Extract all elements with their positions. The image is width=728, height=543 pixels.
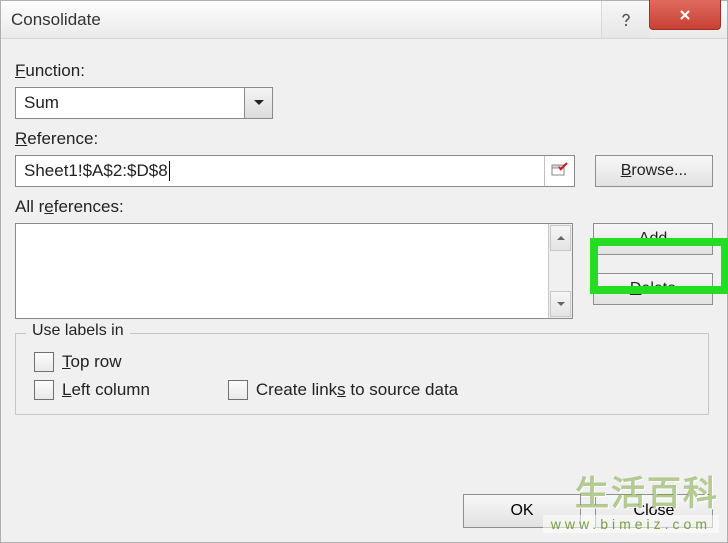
text-caret <box>169 161 170 181</box>
all-references-listbox[interactable] <box>15 223 573 319</box>
add-button[interactable]: Add <box>593 223 713 255</box>
dialog-footer: OK Close <box>463 494 713 528</box>
consolidate-dialog: Consolidate Function: Sum Reference: <box>0 0 728 543</box>
title-bar: Consolidate <box>1 1 727 39</box>
scroll-down-button[interactable] <box>550 291 571 317</box>
left-column-checkbox[interactable] <box>34 380 54 400</box>
close-button[interactable]: Close <box>595 494 713 528</box>
function-dropdown-button[interactable] <box>244 88 272 118</box>
titlebar-buttons <box>601 1 727 38</box>
all-references-label: All references: <box>15 197 713 217</box>
help-icon <box>618 12 634 28</box>
top-row-checkbox[interactable] <box>34 352 54 372</box>
help-button[interactable] <box>601 1 649 38</box>
range-select-icon <box>551 162 569 180</box>
browse-button[interactable]: Browse... <box>595 155 713 187</box>
window-title: Consolidate <box>11 10 101 30</box>
close-window-button[interactable] <box>649 0 721 30</box>
groupbox-title: Use labels in <box>26 322 130 340</box>
function-combobox[interactable]: Sum <box>15 87 273 119</box>
reference-input[interactable]: Sheet1!$A$2:$D$8 <box>16 156 544 186</box>
close-icon <box>678 8 692 22</box>
function-label: Function: <box>15 61 713 81</box>
ok-button[interactable]: OK <box>463 494 581 528</box>
dialog-content: Function: Sum Reference: Sheet1!$A$2:$D$… <box>1 39 727 425</box>
collapse-dialog-button[interactable] <box>544 156 574 186</box>
chevron-down-icon <box>253 99 265 107</box>
create-links-label: Create links to source data <box>256 380 458 400</box>
reference-label: Reference: <box>15 129 713 149</box>
use-labels-groupbox: Use labels in Top row Left column Create… <box>15 333 709 415</box>
reference-input-wrapper: Sheet1!$A$2:$D$8 <box>15 155 575 187</box>
scroll-up-button[interactable] <box>550 225 571 251</box>
create-links-checkbox[interactable] <box>228 380 248 400</box>
top-row-label: Top row <box>62 352 122 372</box>
chevron-up-icon <box>556 235 566 241</box>
delete-button[interactable]: Delete <box>593 273 713 305</box>
left-column-label: Left column <box>62 380 150 400</box>
listbox-content <box>16 224 548 318</box>
chevron-down-icon <box>556 301 566 307</box>
listbox-scrollbar[interactable] <box>548 224 572 318</box>
function-value: Sum <box>16 88 244 118</box>
